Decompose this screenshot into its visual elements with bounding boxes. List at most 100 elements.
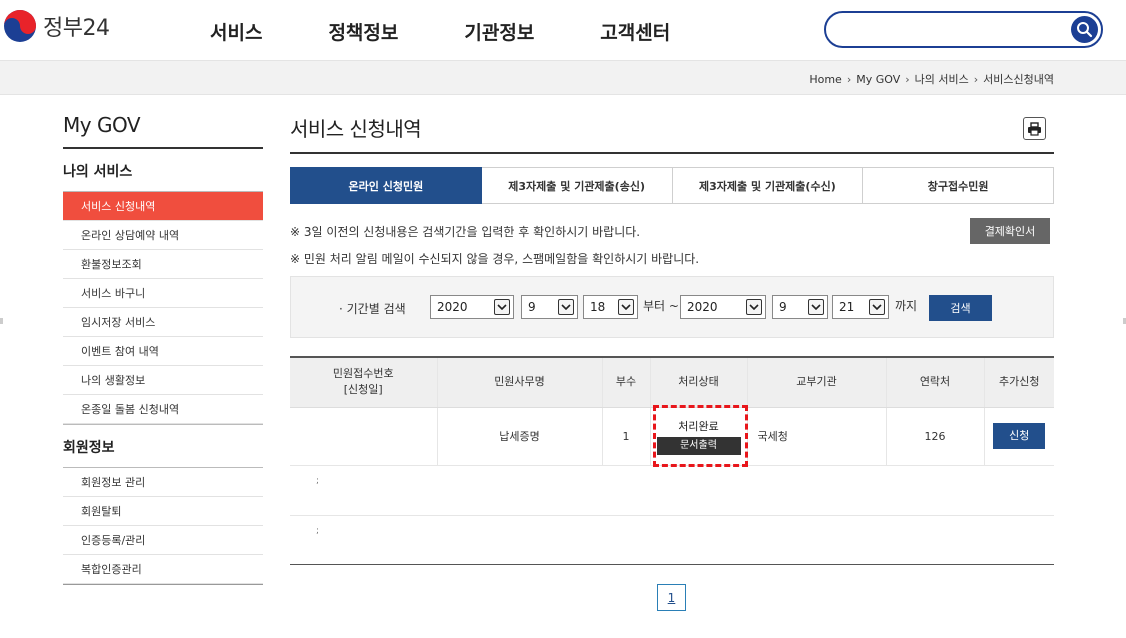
sidebar-item-life-info[interactable]: 나의 생활정보	[63, 366, 263, 395]
main-nav: 서비스 정책정보 기관정보 고객센터	[210, 18, 736, 45]
col-contact: 연락처	[885, 357, 984, 408]
col-status: 처리상태	[649, 357, 747, 408]
search-button[interactable]	[1071, 16, 1098, 43]
cell-copies: 1	[601, 407, 650, 466]
col-receipt-no-label: 민원접수번호	[332, 367, 394, 381]
from-month-value: 9	[528, 300, 536, 314]
col-copies: 부수	[601, 357, 650, 408]
chevron-down-icon	[558, 299, 574, 315]
sidebar-list: 서비스 신청내역 온라인 상담예약 내역 환불정보조회 서비스 바구니 임시저장…	[63, 192, 263, 424]
col-extra: 추가신청	[983, 357, 1054, 408]
sidebar-item-member-manage[interactable]: 회원정보 관리	[63, 468, 263, 497]
col-receipt-date-label: [신청일]	[343, 383, 383, 397]
to-day-select[interactable]: 21	[832, 295, 889, 319]
table-row: 납세증명 1 처리완료 문서출력 국세청 126 신청	[290, 407, 1054, 466]
to-day-value: 21	[839, 300, 855, 314]
from-month-select[interactable]: 9	[521, 295, 578, 319]
from-year-select[interactable]: 2020	[430, 295, 514, 319]
sidebar-list-member: 회원정보 관리 회원탈퇴 인증등록/관리 복합인증관리	[63, 468, 263, 585]
sidebar-item-cert[interactable]: 인증등록/관리	[63, 526, 263, 555]
header: 정부24 서비스 정책정보 기관정보 고객센터	[0, 0, 1126, 60]
to-year-select[interactable]: 2020	[680, 295, 766, 319]
sidebar-item-multi-cert[interactable]: 복합인증관리	[63, 555, 263, 584]
page-number-button[interactable]: 1	[657, 584, 686, 611]
chevron-down-icon	[494, 299, 510, 315]
taegeuk-logo-icon	[4, 10, 36, 42]
notice-spam: ※ 민원 처리 알림 메일이 수신되지 않을 경우, 스팸메일함을 확인하시기 …	[290, 252, 700, 266]
search-box	[824, 11, 1103, 48]
payment-receipt-button[interactable]: 결제확인서	[970, 218, 1050, 244]
print-button[interactable]	[1023, 117, 1046, 140]
row-divider	[290, 515, 1054, 516]
to-year-value: 2020	[687, 300, 718, 314]
table-header-row: 민원접수번호 [신청일] 민원사무명 부수 처리상태 교부기관 연락처 추가신청	[290, 357, 1054, 408]
nav-agency[interactable]: 기관정보	[464, 18, 534, 45]
col-service: 민원사무명	[436, 357, 602, 408]
application-table: 민원접수번호 [신청일] 민원사무명 부수 처리상태 교부기관 연락처 추가신청…	[290, 356, 1054, 466]
sidebar-item-service-history[interactable]: 서비스 신청내역	[63, 192, 263, 221]
breadcrumb-current: 서비스신청내역	[983, 73, 1054, 86]
from-year-value: 2020	[437, 300, 468, 314]
notice-period: ※ 3일 이전의 신청내용은 검색기간을 입력한 후 확인하시기 바랍니다.	[290, 225, 641, 239]
nav-services[interactable]: 서비스	[210, 18, 262, 45]
cell-receipt-no[interactable]	[290, 407, 437, 466]
row-separator-mark: ;	[316, 476, 320, 486]
search-icon	[1077, 22, 1093, 38]
printer-icon	[1028, 121, 1041, 136]
chevron-down-icon	[808, 299, 824, 315]
cell-agency: 국세청	[746, 407, 886, 466]
breadcrumb-mygov[interactable]: My GOV	[856, 73, 900, 86]
tab-third-party-receive[interactable]: 제3자제출 및 기관제출(수신)	[672, 167, 864, 204]
period-label: · 기간별 검색	[339, 302, 406, 316]
col-receipt-no: 민원접수번호 [신청일]	[290, 357, 437, 408]
col-agency: 교부기관	[746, 357, 886, 408]
sidebar-group-member: 회원정보	[63, 424, 263, 468]
chevron-down-icon	[746, 299, 762, 315]
logo-text: 정부24	[43, 16, 110, 41]
breadcrumb-home[interactable]: Home	[809, 73, 841, 86]
breadcrumb: Home › My GOV › 나의 서비스 › 서비스신청내역	[809, 71, 1054, 87]
chevron-right-icon: ›	[905, 72, 910, 86]
status-wrap: 처리완료 문서출력	[651, 412, 747, 461]
cell-service: 납세증명	[436, 407, 602, 466]
sidebar-title: My GOV	[63, 113, 263, 149]
cell-status: 처리완료 문서출력	[649, 407, 747, 466]
sidebar-item-online-consult[interactable]: 온라인 상담예약 내역	[63, 221, 263, 250]
sidebar-item-refund[interactable]: 환불정보조회	[63, 250, 263, 279]
apply-button[interactable]: 신청	[993, 423, 1046, 449]
tab-third-party-send[interactable]: 제3자제출 및 기관제출(송신)	[481, 167, 673, 204]
sidebar-item-withdraw[interactable]: 회원탈퇴	[63, 497, 263, 526]
sidebar-group-my-services: 나의 서비스	[63, 149, 263, 192]
sidebar-item-daycare[interactable]: 온종일 돌봄 신청내역	[63, 395, 263, 424]
sidebar-item-temp-saved[interactable]: 임시저장 서비스	[63, 308, 263, 337]
period-search-button[interactable]: 검색	[929, 295, 992, 321]
from-day-value: 18	[590, 300, 606, 314]
to-month-value: 9	[779, 300, 787, 314]
cell-contact: 126	[885, 407, 984, 466]
tab-bar: 온라인 신청민원 제3자제출 및 기관제출(송신) 제3자제출 및 기관제출(수…	[290, 167, 1054, 204]
sidebar-item-events[interactable]: 이벤트 참여 내역	[63, 337, 263, 366]
sidebar: My GOV 나의 서비스 서비스 신청내역 온라인 상담예약 내역 환불정보조…	[63, 113, 263, 585]
edge-mark-left	[0, 318, 3, 324]
breadcrumb-my-services[interactable]: 나의 서비스	[915, 71, 969, 87]
to-month-select[interactable]: 9	[772, 295, 828, 319]
logo[interactable]: 정부24	[3, 9, 110, 43]
breadcrumb-bar: Home › My GOV › 나의 서비스 › 서비스신청내역	[0, 60, 1126, 95]
tab-counter[interactable]: 창구접수민원	[863, 167, 1054, 204]
tab-online[interactable]: 온라인 신청민원	[290, 167, 482, 204]
chevron-right-icon: ›	[846, 72, 852, 86]
cell-extra: 신청	[983, 407, 1054, 466]
chevron-down-icon	[618, 299, 634, 315]
nav-policy[interactable]: 정책정보	[328, 18, 398, 45]
table-bottom-line	[290, 564, 1054, 565]
sidebar-item-service-basket[interactable]: 서비스 바구니	[63, 279, 263, 308]
from-day-select[interactable]: 18	[583, 295, 638, 319]
nav-customer-center[interactable]: 고객센터	[600, 18, 670, 45]
page-title: 서비스 신청내역	[290, 113, 1054, 154]
print-document-button[interactable]: 문서출력	[656, 436, 741, 455]
status-text: 처리완료	[678, 419, 719, 433]
to-suffix: 까지	[895, 299, 918, 313]
period-search: · 기간별 검색 2020 9 18 부터 ~ 2020 9 21 까지 검색	[290, 276, 1054, 338]
row-separator-mark: ;	[316, 526, 320, 536]
search-input[interactable]	[838, 19, 1063, 41]
